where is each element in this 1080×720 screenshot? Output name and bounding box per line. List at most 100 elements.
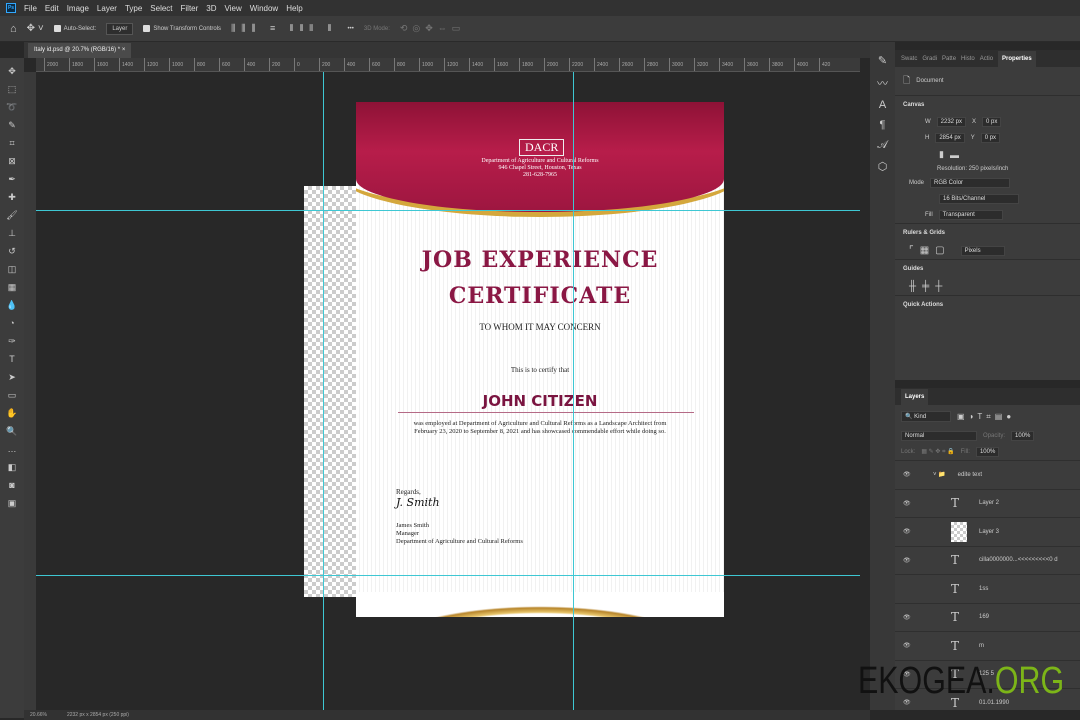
layer-row[interactable]: 👁 Tm [895, 631, 1080, 660]
history-brush-icon[interactable]: ↺ [4, 244, 20, 259]
opacity-input[interactable]: 100% [1011, 431, 1035, 441]
blend-mode-select[interactable]: Normal [901, 431, 977, 441]
gradient-tool-icon[interactable]: ▦ [4, 280, 20, 295]
tab-layers[interactable]: Layers [901, 388, 929, 405]
rectangle-tool-icon[interactable]: ▭ [4, 388, 20, 403]
visibility-eye-icon[interactable]: 👁 [903, 500, 913, 507]
layer-row[interactable]: 👁 Tcilla0000000...<<<<<<<<<0 d [895, 545, 1080, 575]
more-tools-icon[interactable]: … [4, 442, 20, 457]
tab-properties[interactable]: Properties [998, 50, 1036, 67]
guides-section[interactable]: Guides [895, 259, 1080, 278]
menu-filter[interactable]: Filter [181, 4, 199, 13]
3d-icon[interactable]: ⬡ [878, 160, 888, 173]
guide-horizontal[interactable] [36, 210, 860, 211]
blur-tool-icon[interactable]: 💧 [4, 298, 20, 313]
eyedropper-tool-icon[interactable]: ✒ [4, 172, 20, 187]
quick-select-tool-icon[interactable]: ✎ [4, 118, 20, 133]
glyphs-icon[interactable]: 𝒜 [877, 139, 887, 152]
fill-input[interactable]: 100% [975, 447, 1000, 457]
guide-vertical[interactable] [573, 72, 574, 710]
visibility-eye-icon[interactable]: 👁 [903, 471, 913, 478]
auto-select-checkbox[interactable]: Auto-Select: [53, 24, 96, 32]
rulers-grids-section[interactable]: Rulers & Grids [895, 223, 1080, 242]
menu-layer[interactable]: Layer [97, 4, 117, 13]
healing-tool-icon[interactable]: ✚ [4, 190, 20, 205]
x-input[interactable]: 0 px [982, 117, 1002, 127]
screen-mode-icon[interactable]: ▣ [4, 496, 20, 511]
visibility-eye-icon[interactable]: 👁 [903, 642, 913, 649]
guide-vertical[interactable] [323, 72, 324, 710]
character-icon[interactable]: A [879, 99, 886, 111]
visibility-eye-icon[interactable]: 👁 [903, 528, 913, 535]
layer-row[interactable]: 👁 ˅ 📁 edite text [895, 460, 1080, 489]
pixel-grid-icon[interactable]: ▢ [935, 245, 944, 256]
more-options-button[interactable]: ••• [348, 26, 354, 32]
guide-icon[interactable]: ╫ [909, 281, 916, 292]
brush-tool-icon[interactable]: 🖌 [4, 208, 20, 223]
bit-depth-select[interactable]: 16 Bits/Channel [939, 194, 1019, 204]
quick-actions-section[interactable]: Quick Actions [895, 295, 1080, 314]
menu-type[interactable]: Type [125, 4, 142, 13]
menu-3d[interactable]: 3D [206, 4, 216, 13]
tab-actions[interactable]: Actio [980, 56, 993, 62]
height-input[interactable]: 2854 px [935, 133, 965, 143]
document-tab[interactable]: Italy id.psd @ 20.7% (RGB/16) * × [28, 43, 132, 58]
dodge-tool-icon[interactable]: ◔ [4, 316, 20, 331]
canvas-section[interactable]: Canvas [895, 95, 1080, 114]
filter-icons[interactable]: ▣◑T⌗▤● [957, 412, 1015, 422]
home-icon[interactable]: ⌂ [10, 23, 17, 35]
type-tool-icon[interactable]: T [4, 352, 20, 367]
layer-row[interactable]: 👁 T 169 [895, 602, 1080, 632]
width-input[interactable]: 2232 px [936, 117, 967, 127]
pen-tool-icon[interactable]: ✑ [4, 334, 20, 349]
auto-select-dropdown[interactable]: Layer [106, 22, 134, 35]
tab-history[interactable]: Histo [961, 56, 975, 62]
path-select-tool-icon[interactable]: ➤ [4, 370, 20, 385]
layer-row[interactable]: T 1ss [895, 574, 1080, 603]
zoom-tool-icon[interactable]: 🔍 [4, 424, 20, 439]
lasso-tool-icon[interactable]: ➰ [4, 100, 20, 115]
menu-image[interactable]: Image [67, 4, 89, 13]
eraser-tool-icon[interactable]: ◫ [4, 262, 20, 277]
close-tab-icon[interactable]: × [122, 47, 126, 53]
menu-help[interactable]: Help [286, 4, 302, 13]
layer-row[interactable]: 👁 Layer 3 [895, 517, 1080, 546]
menu-edit[interactable]: Edit [45, 4, 59, 13]
visibility-eye-icon[interactable]: 👁 [903, 557, 913, 564]
menu-file[interactable]: File [24, 4, 37, 13]
menu-window[interactable]: Window [250, 4, 278, 13]
move-tool-icon[interactable]: ✥ [4, 64, 20, 79]
tab-gradients[interactable]: Gradi [922, 56, 937, 62]
quick-mask-icon[interactable]: ◙ [4, 478, 20, 493]
brush-settings-icon[interactable]: ✎ [878, 54, 887, 67]
frame-tool-icon[interactable]: ⊠ [4, 154, 20, 169]
tab-swatches[interactable]: Swatc [901, 56, 917, 62]
units-select[interactable]: Pixels [960, 245, 1005, 256]
hand-tool-icon[interactable]: ✋ [4, 406, 20, 421]
zoom-level[interactable]: 20.66% [30, 710, 47, 720]
tab-patterns[interactable]: Patte [942, 56, 956, 62]
y-input[interactable]: 0 px [980, 133, 1001, 143]
grid-icon[interactable]: ▦ [920, 245, 929, 256]
menu-view[interactable]: View [225, 4, 242, 13]
fill-select[interactable]: Transparent [938, 210, 1003, 220]
ruler-icon[interactable]: ⌜ [909, 245, 914, 256]
portrait-icon[interactable]: ▮ [939, 149, 944, 160]
stamp-tool-icon[interactable]: ⊥ [4, 226, 20, 241]
crop-tool-icon[interactable]: ⌗ [4, 136, 20, 151]
mode-select[interactable]: RGB Color [930, 178, 1011, 188]
move-tool-icon[interactable]: ✥ ˅ [27, 23, 44, 34]
lock-icons[interactable]: ▦ ✎ ✥ ⌗ 🔒 [921, 448, 954, 456]
color-swatches-icon[interactable]: ◧ [4, 460, 20, 475]
brushes-icon[interactable]: 〰 [877, 75, 888, 91]
show-transform-checkbox[interactable]: Show Transform Controls [143, 24, 221, 32]
align-icons[interactable]: ⫼⫼⫼ ≡ ⫴⫴⫴ ⦀ [231, 23, 337, 34]
layer-row[interactable]: 👁 T Layer 2 [895, 488, 1080, 518]
kind-filter[interactable]: 🔍 Kind [901, 411, 951, 422]
guide-horizontal[interactable] [36, 575, 860, 576]
smart-guide-icon[interactable]: ┼ [935, 281, 942, 292]
guide-lock-icon[interactable]: ╪ [922, 281, 929, 292]
menu-select[interactable]: Select [150, 4, 172, 13]
paragraph-icon[interactable]: ¶ [880, 119, 886, 131]
canvas-area[interactable]: DACR Department of Agriculture and Cultu… [36, 72, 860, 710]
